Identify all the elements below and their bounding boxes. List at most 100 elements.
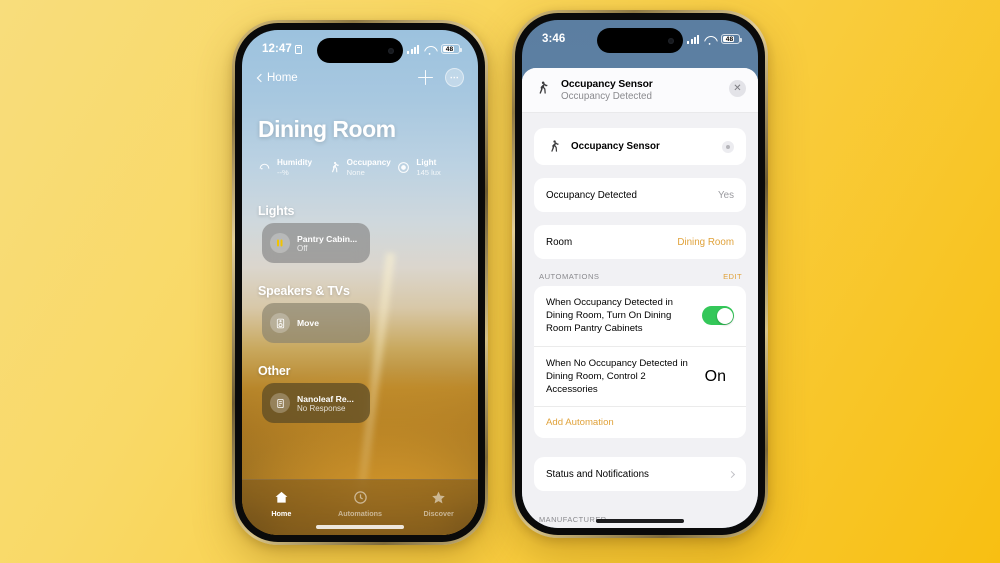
tab-discover[interactable]: Discover xyxy=(399,489,478,518)
sensor-light[interactable]: Light 145 lux xyxy=(396,158,466,178)
wifi-icon xyxy=(704,35,716,46)
tab-discover-label: Discover xyxy=(423,509,454,518)
speaker-icon xyxy=(270,313,290,333)
battery-icon: 48 xyxy=(441,44,462,54)
home-indicator-left[interactable] xyxy=(316,525,404,529)
sensor-humidity[interactable]: Humidity --% xyxy=(257,158,327,178)
walking-person-icon xyxy=(327,160,342,175)
automation-text: When Occupancy Detected in Dining Room, … xyxy=(546,297,673,335)
sheet-header-text: Occupancy Sensor Occupancy Detected xyxy=(561,79,720,102)
device-icon xyxy=(270,393,290,413)
walking-person-icon xyxy=(535,79,552,101)
accessory-tile-move[interactable]: Move xyxy=(262,303,370,343)
sheet-subtitle: Occupancy Detected xyxy=(561,91,652,102)
sensor-occupancy-text: Occupancy None xyxy=(347,158,391,178)
section-title-speakers: Speakers & TVs xyxy=(258,284,350,298)
close-icon[interactable]: ✕ xyxy=(729,80,746,97)
accessory-tile-move-text: Move xyxy=(297,318,319,328)
house-icon xyxy=(273,489,290,506)
status-time-label: 12:47 xyxy=(262,43,292,55)
section-title-other: Other xyxy=(258,364,291,378)
screen-right: 3:46 48 Occupancy Sensor Occupancy Dete xyxy=(522,20,758,528)
row-occupancy-detected: Occupancy Detected Yes xyxy=(534,178,746,212)
row-status-and-notifications[interactable]: Status and Notifications xyxy=(534,457,746,491)
row-value: Yes xyxy=(718,189,734,201)
sensor-occupancy-label: Occupancy xyxy=(346,158,391,167)
automations-section-header: AUTOMATIONS EDIT xyxy=(534,272,746,286)
sheet-body: Occupancy Sensor Occupancy Detected Yes … xyxy=(522,113,758,524)
page-title: Dining Room xyxy=(258,116,396,142)
device-row[interactable]: Occupancy Sensor xyxy=(534,128,746,165)
dynamic-island-left xyxy=(317,38,403,63)
tab-automations[interactable]: Automations xyxy=(321,489,400,518)
phone-left: 12:47 48 Home ⋯ Dining Room xyxy=(232,20,488,545)
sensor-humidity-value: --% xyxy=(277,168,289,178)
row-value: Dining Room xyxy=(677,236,734,248)
light-strip-icon xyxy=(270,233,290,253)
automations-header-label: AUTOMATIONS xyxy=(539,272,600,281)
accessory-name: Pantry Cabin... xyxy=(297,233,358,244)
tab-home[interactable]: Home xyxy=(242,489,321,518)
battery-icon: 48 xyxy=(721,34,742,44)
sensor-occupancy[interactable]: Occupancy None xyxy=(327,158,397,178)
automation-text: When No Occupancy Detected in Dining Roo… xyxy=(546,357,688,396)
accessory-tile-nanoleaf[interactable]: Nanoleaf Re... No Response xyxy=(262,383,370,423)
accessory-detail-sheet: Occupancy Sensor Occupancy Detected ✕ Oc… xyxy=(522,68,758,528)
automation-toggle[interactable] xyxy=(702,306,734,326)
sheet-header: Occupancy Sensor Occupancy Detected ✕ xyxy=(522,68,758,113)
sensor-humidity-text: Humidity --% xyxy=(277,158,312,178)
screen-left: 12:47 48 Home ⋯ Dining Room xyxy=(242,30,478,535)
home-indicator-right[interactable] xyxy=(596,519,684,523)
row-label: Occupancy Detected xyxy=(546,189,637,201)
wifi-icon xyxy=(424,45,436,56)
sensor-humidity-label: Humidity xyxy=(277,158,313,167)
status-time-right: 3:46 xyxy=(542,33,565,45)
nav-bar-left: Home ⋯ xyxy=(256,68,464,87)
automation-row-1[interactable]: When Occupancy Detected in Dining Room, … xyxy=(534,286,746,346)
add-accessory-button[interactable] xyxy=(418,70,433,85)
humidity-icon xyxy=(257,160,272,175)
accessory-tile-nanoleaf-text: Nanoleaf Re... No Response xyxy=(297,394,354,413)
chevron-left-icon xyxy=(256,73,266,82)
clock-icon xyxy=(352,489,369,506)
accessory-state: Off xyxy=(297,243,308,253)
section-title-lights: Lights xyxy=(258,204,295,218)
back-button[interactable]: Home xyxy=(256,71,298,84)
automation-row-2[interactable]: When No Occupancy Detected in Dining Roo… xyxy=(534,345,746,407)
power-icon[interactable] xyxy=(722,140,734,153)
add-automation-button[interactable]: Add Automation xyxy=(534,406,746,438)
sensor-light-label: Light xyxy=(416,158,437,167)
accessory-tile-pantry-text: Pantry Cabin... Off xyxy=(297,234,357,253)
sensor-light-text: Light 145 lux xyxy=(416,158,441,178)
row-label: Status and Notifications xyxy=(546,468,649,480)
accessory-name: Move xyxy=(297,318,319,328)
status-time-left: 12:47 xyxy=(262,43,302,55)
edit-automations-button[interactable]: EDIT xyxy=(723,272,742,281)
more-options-button[interactable]: ⋯ xyxy=(445,68,464,87)
accessory-name: Nanoleaf Re... xyxy=(297,393,354,404)
status-notifications-card: Status and Notifications xyxy=(534,457,746,492)
back-button-label: Home xyxy=(267,71,298,84)
status-indicators-right: 48 xyxy=(687,34,742,46)
home-scroll-view[interactable]: Home ⋯ Dining Room Humidity --% Occupanc… xyxy=(242,30,478,535)
row-label: Room xyxy=(546,236,573,248)
accessory-tile-pantry-cabinets[interactable]: Pantry Cabin... Off xyxy=(262,223,370,263)
status-time-label: 3:46 xyxy=(542,33,566,45)
light-sensor-icon xyxy=(396,160,411,175)
accessory-state: No Response xyxy=(297,403,346,413)
chevron-right-icon xyxy=(727,470,736,478)
device-card: Occupancy Sensor xyxy=(534,128,746,165)
sensor-occupancy-value: None xyxy=(346,168,365,178)
row-room[interactable]: Room Dining Room xyxy=(534,225,746,259)
tab-home-label: Home xyxy=(271,509,292,518)
dynamic-island-right xyxy=(597,28,683,53)
battery-level-label: 48 xyxy=(445,45,454,53)
battery-level-label: 48 xyxy=(725,35,734,43)
status-indicators-left: 48 xyxy=(407,44,462,56)
sheet-title: Occupancy Sensor xyxy=(561,79,653,90)
sensor-light-value: 145 lux xyxy=(416,168,441,178)
room-card: Room Dining Room xyxy=(534,225,746,259)
automations-card: When Occupancy Detected in Dining Room, … xyxy=(534,286,746,439)
device-name: Occupancy Sensor xyxy=(571,141,660,152)
nav-actions: ⋯ xyxy=(418,68,464,87)
